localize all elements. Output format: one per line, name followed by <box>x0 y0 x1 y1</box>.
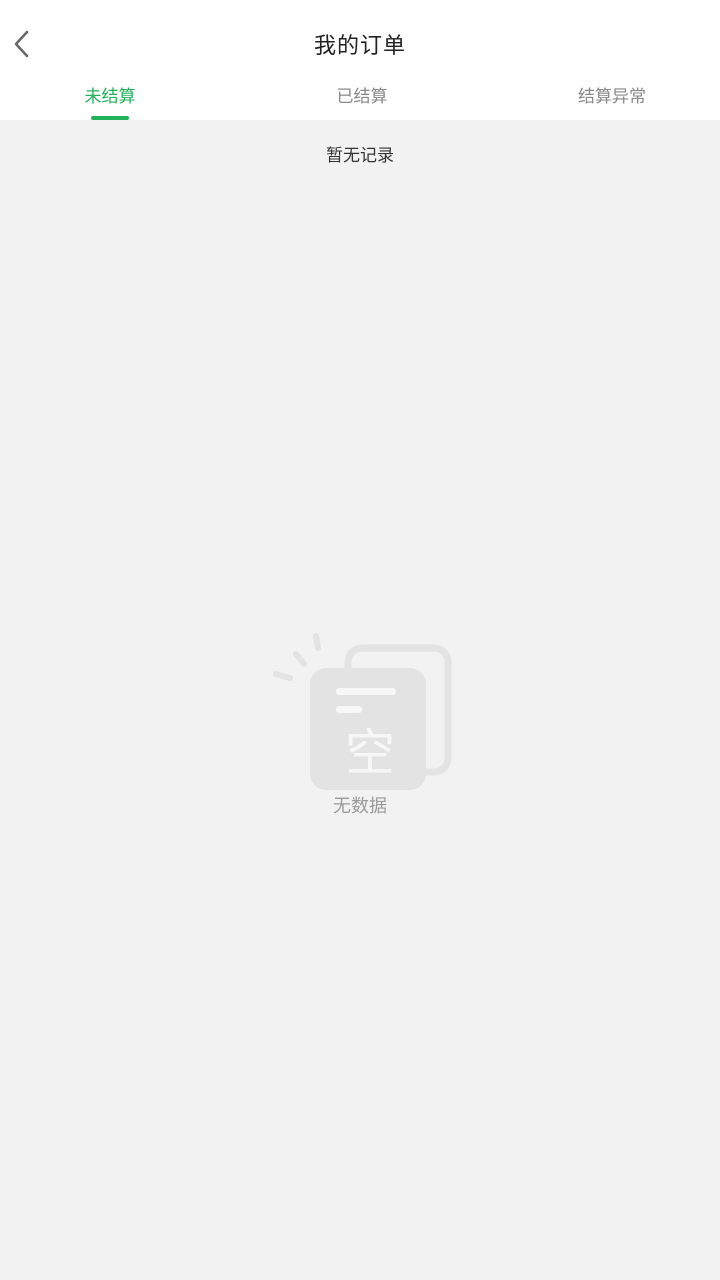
header: 我的订单 未结算 已结算 结算异常 <box>0 0 720 120</box>
empty-char: 空 <box>345 724 395 782</box>
active-tab-indicator <box>91 116 129 120</box>
tab-settled[interactable]: 已结算 <box>312 78 412 120</box>
tab-bar: 未结算 已结算 结算异常 <box>0 78 720 120</box>
page-title: 我的订单 <box>313 34 406 59</box>
no-records-notice: 暂无记录 <box>326 146 394 166</box>
tab-label: 未结算 <box>84 87 136 107</box>
empty-state: 空 无数据 <box>260 620 460 830</box>
tab-settlement-error[interactable]: 结算异常 <box>562 78 662 120</box>
tab-label: 已结算 <box>336 87 388 107</box>
empty-state-text: 无数据 <box>333 796 387 817</box>
empty-box-icon: 空 <box>273 633 452 790</box>
tab-label: 结算异常 <box>578 87 646 107</box>
order-page: 我的订单 未结算 已结算 结算异常 暂无记录 空 无数据 <box>0 0 720 1280</box>
tab-unsettled[interactable]: 未结算 <box>60 78 160 120</box>
